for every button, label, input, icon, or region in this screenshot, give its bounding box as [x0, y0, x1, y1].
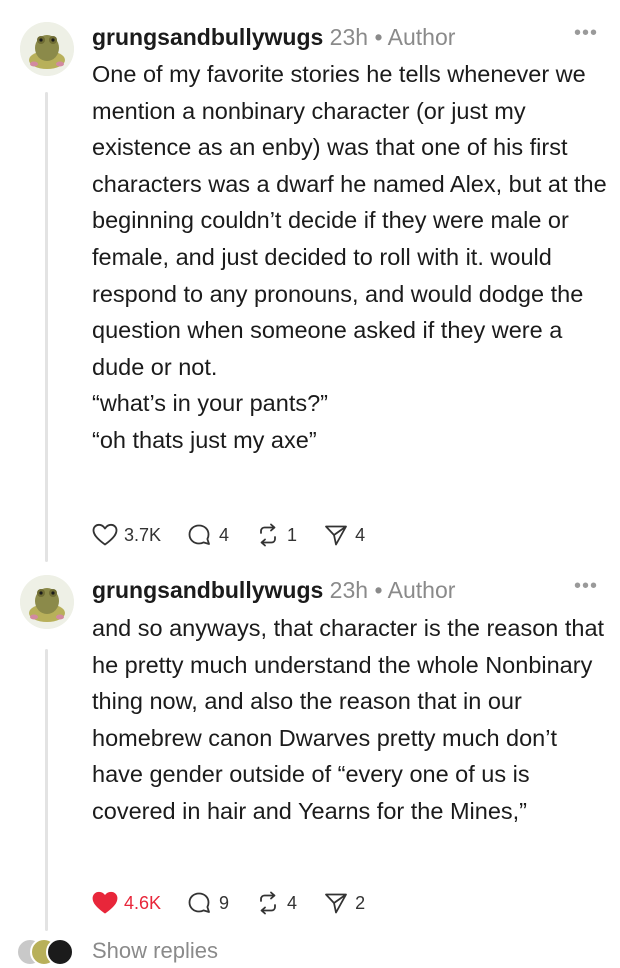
username[interactable]: grungsandbullywugs — [92, 24, 323, 50]
separator-dot: • — [374, 24, 388, 50]
send-icon — [325, 893, 347, 914]
share-count: 2 — [355, 892, 366, 913]
heart-filled-icon — [92, 891, 118, 914]
repost-button[interactable]: 4 — [255, 891, 297, 915]
like-count: 3.7K — [124, 524, 162, 545]
post-actions: 4.6K 9 4 2 — [92, 888, 391, 918]
share-button[interactable]: 2 — [323, 891, 365, 915]
post-header: grungsandbullywugs 23h • Author — [92, 575, 455, 605]
more-options-button[interactable]: ••• — [574, 575, 598, 598]
more-options-button[interactable]: ••• — [574, 22, 598, 45]
frog-avatar-icon — [20, 22, 74, 76]
heart-icon — [92, 523, 118, 546]
comment-button[interactable]: 9 — [187, 891, 229, 915]
comment-icon — [188, 892, 210, 913]
comment-icon — [188, 524, 210, 545]
like-button[interactable]: 4.6K — [92, 891, 161, 915]
avatar[interactable] — [20, 22, 74, 76]
username[interactable]: grungsandbullywugs — [92, 577, 323, 603]
avatar — [46, 938, 74, 966]
post-body: and so anyways, that character is the re… — [92, 610, 607, 830]
post-paragraph: “what’s in your pants?” — [92, 390, 328, 417]
timestamp: 23h — [329, 577, 369, 603]
author-badge: Author — [387, 577, 456, 603]
repost-button[interactable]: 1 — [255, 523, 297, 547]
thread-line — [45, 649, 48, 931]
share-count: 4 — [355, 524, 366, 545]
thread-line — [45, 92, 48, 562]
repost-icon — [260, 891, 276, 915]
separator-dot: • — [374, 577, 388, 603]
show-replies-link[interactable]: Show replies — [92, 938, 218, 964]
author-badge: Author — [387, 24, 456, 50]
share-button[interactable]: 4 — [323, 523, 365, 547]
comment-button[interactable]: 4 — [187, 523, 229, 547]
timestamp: 23h — [329, 24, 369, 50]
comment-count: 4 — [219, 524, 230, 545]
post-paragraph: and so anyways, that character is the re… — [92, 615, 605, 824]
repost-icon — [260, 523, 276, 547]
like-count: 4.6K — [124, 892, 162, 913]
post-paragraph: One of my favorite stories he tells when… — [92, 61, 607, 380]
frog-avatar-icon — [20, 575, 74, 629]
post-actions: 3.7K 4 1 4 — [92, 520, 391, 550]
post-body: One of my favorite stories he tells when… — [92, 56, 607, 459]
repost-count: 4 — [287, 892, 298, 913]
like-button[interactable]: 3.7K — [92, 523, 161, 547]
avatar[interactable] — [20, 575, 74, 629]
post-paragraph: “oh thats just my axe” — [92, 426, 317, 453]
post-header: grungsandbullywugs 23h • Author — [92, 22, 455, 52]
repost-count: 1 — [287, 524, 298, 545]
send-icon — [325, 525, 347, 546]
comment-count: 9 — [219, 892, 230, 913]
